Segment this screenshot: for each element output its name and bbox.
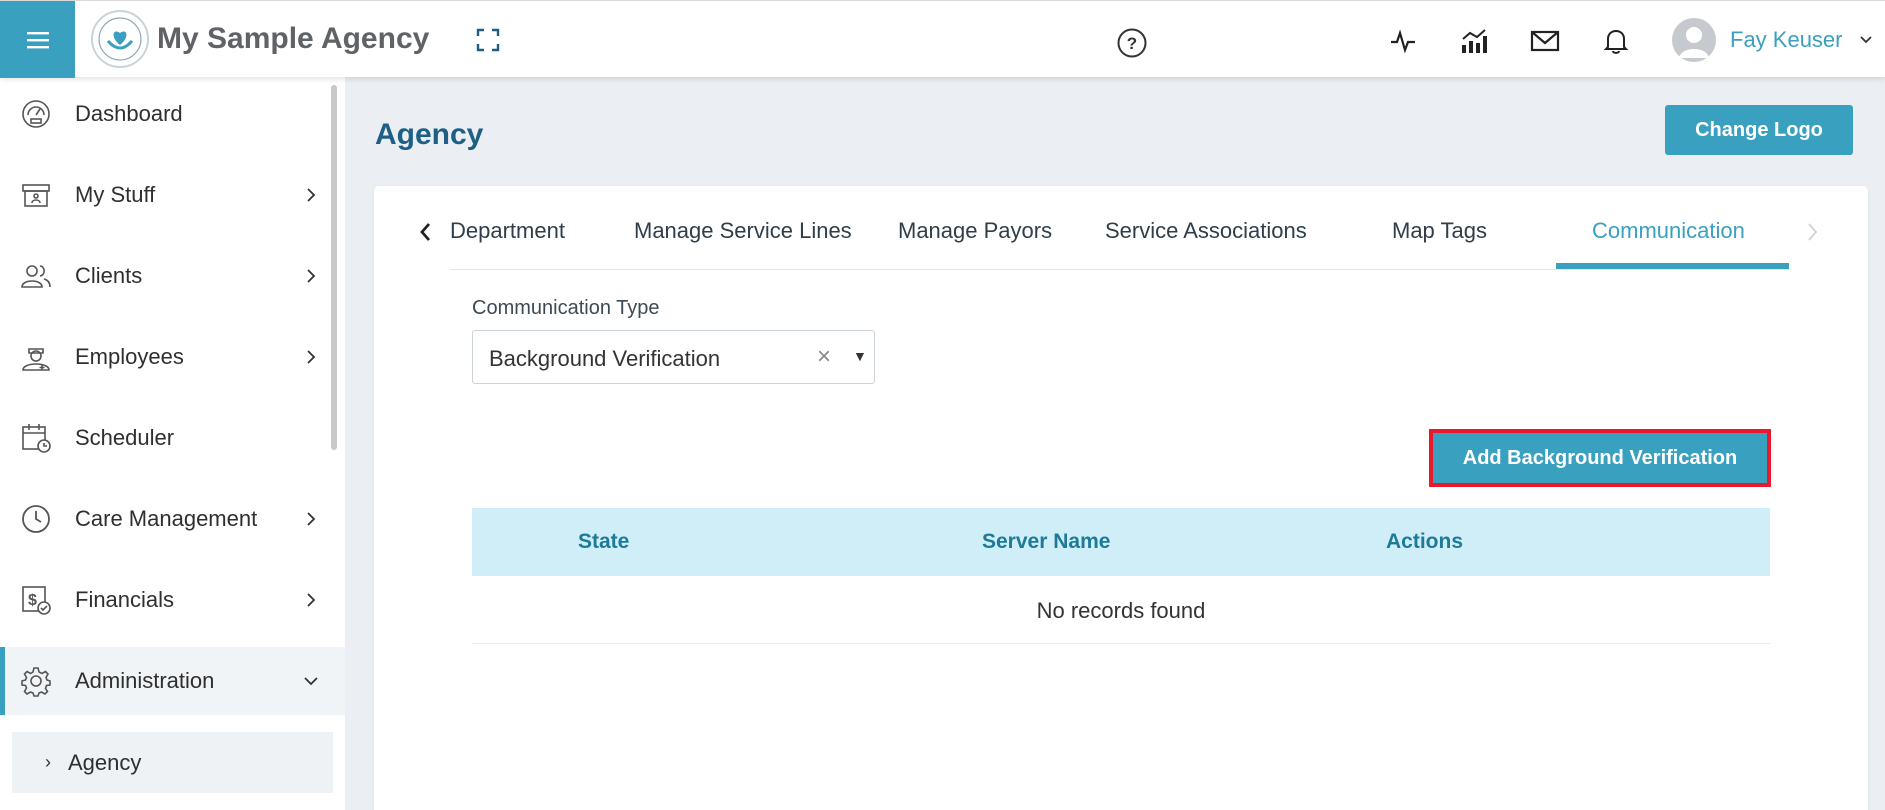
table-empty-row: No records found bbox=[472, 576, 1770, 644]
svg-text:?: ? bbox=[1127, 34, 1137, 53]
sidebar-item-administration[interactable]: Administration bbox=[0, 647, 345, 715]
archive-icon bbox=[20, 179, 52, 211]
sidebar: Dashboard My Stuff Clients Employees Sch… bbox=[0, 77, 345, 810]
chevron-right-icon bbox=[307, 350, 316, 364]
svg-text:$: $ bbox=[28, 592, 37, 609]
tab-service-associations[interactable]: Service Associations bbox=[1105, 200, 1307, 270]
add-background-verification-button[interactable]: Add Background Verification bbox=[1433, 433, 1767, 483]
sidebar-item-label: Care Management bbox=[75, 506, 258, 531]
chevron-down-icon bbox=[1859, 36, 1872, 44]
sidebar-item-label: My Stuff bbox=[75, 182, 156, 207]
tab-department[interactable]: Department bbox=[450, 200, 565, 270]
tab-divider bbox=[450, 269, 1790, 270]
column-header-server-name[interactable]: Server Name bbox=[982, 530, 1110, 554]
sidebar-subitem-label: Agency bbox=[68, 749, 142, 775]
menu-button[interactable] bbox=[0, 1, 75, 78]
chevron-right-icon bbox=[307, 188, 316, 202]
clock-icon bbox=[20, 503, 52, 535]
sidebar-item-label: Dashboard bbox=[75, 101, 183, 126]
employee-icon bbox=[20, 341, 52, 373]
tab-manage-payors[interactable]: Manage Payors bbox=[898, 200, 1052, 270]
sidebar-item-dashboard[interactable]: Dashboard bbox=[0, 80, 345, 148]
sidebar-subitem-agency[interactable]: › Agency bbox=[12, 732, 333, 793]
help-icon[interactable]: ? bbox=[1116, 27, 1148, 59]
tab-scroll-right-icon[interactable] bbox=[1800, 218, 1824, 246]
chevron-down-icon bbox=[304, 677, 318, 686]
page-title: Agency bbox=[375, 118, 484, 151]
chevron-right-icon: › bbox=[45, 752, 51, 772]
change-logo-button[interactable]: Change Logo bbox=[1665, 105, 1853, 155]
sidebar-item-care-management[interactable]: Care Management bbox=[0, 485, 345, 553]
activity-icon[interactable] bbox=[1387, 25, 1419, 57]
column-header-actions: Actions bbox=[1386, 530, 1464, 553]
table-header: State Server Name Actions bbox=[472, 508, 1770, 576]
calendar-icon bbox=[20, 422, 52, 454]
analytics-icon[interactable] bbox=[1458, 25, 1490, 57]
sidebar-item-scheduler[interactable]: Scheduler bbox=[0, 404, 345, 472]
chevron-right-icon bbox=[307, 269, 316, 283]
users-icon bbox=[20, 260, 52, 292]
tab-scroll-left-icon[interactable] bbox=[414, 218, 438, 246]
select-value: Background Verification bbox=[489, 346, 721, 371]
chevron-right-icon bbox=[307, 593, 316, 607]
content-card bbox=[374, 186, 1868, 810]
agency-logo[interactable] bbox=[91, 10, 149, 68]
active-tab-indicator bbox=[1556, 263, 1789, 269]
chevron-right-icon bbox=[307, 512, 316, 526]
clear-icon[interactable]: × bbox=[817, 343, 831, 371]
tab-bar: Department Manage Service Lines Manage P… bbox=[450, 200, 1790, 270]
user-name: Fay Keuser bbox=[1730, 27, 1843, 52]
dashboard-icon bbox=[20, 98, 52, 130]
menu-icon bbox=[26, 31, 49, 48]
sidebar-item-label: Scheduler bbox=[75, 425, 175, 450]
tab-manage-service-lines[interactable]: Manage Service Lines bbox=[634, 200, 852, 270]
brand-name: My Sample Agency bbox=[157, 22, 430, 55]
empty-message: No records found bbox=[1036, 598, 1206, 623]
expand-icon[interactable] bbox=[474, 26, 502, 54]
gear-icon bbox=[20, 665, 52, 697]
sidebar-item-label: Clients bbox=[75, 263, 143, 288]
sidebar-item-label: Employees bbox=[75, 344, 184, 369]
tab-communication[interactable]: Communication bbox=[1592, 200, 1745, 270]
sidebar-item-clients[interactable]: Clients bbox=[0, 242, 345, 310]
communication-type-label: Communication Type bbox=[472, 297, 660, 319]
user-avatar bbox=[1672, 18, 1716, 62]
user-menu[interactable]: Fay Keuser bbox=[1672, 18, 1873, 62]
financials-icon: $ bbox=[20, 584, 52, 616]
top-bar: My Sample Agency ? Fay Keuser bbox=[0, 0, 1885, 78]
sidebar-item-label: Administration bbox=[75, 668, 215, 693]
highlight-box: Add Background Verification bbox=[1429, 429, 1771, 487]
sidebar-item-employees[interactable]: Employees bbox=[0, 323, 345, 391]
sidebar-item-financials[interactable]: $ Financials bbox=[0, 566, 345, 634]
mail-icon[interactable] bbox=[1529, 25, 1561, 57]
sidebar-item-my-stuff[interactable]: My Stuff bbox=[0, 161, 345, 229]
tab-map-tags[interactable]: Map Tags bbox=[1392, 200, 1487, 270]
dropdown-arrow-icon[interactable]: ▼ bbox=[853, 348, 867, 364]
bell-icon[interactable] bbox=[1600, 25, 1632, 57]
sidebar-item-label: Financials bbox=[75, 587, 175, 612]
communication-type-select[interactable]: Background Verification × ▼ bbox=[472, 330, 875, 384]
column-header-state[interactable]: State bbox=[578, 530, 629, 554]
